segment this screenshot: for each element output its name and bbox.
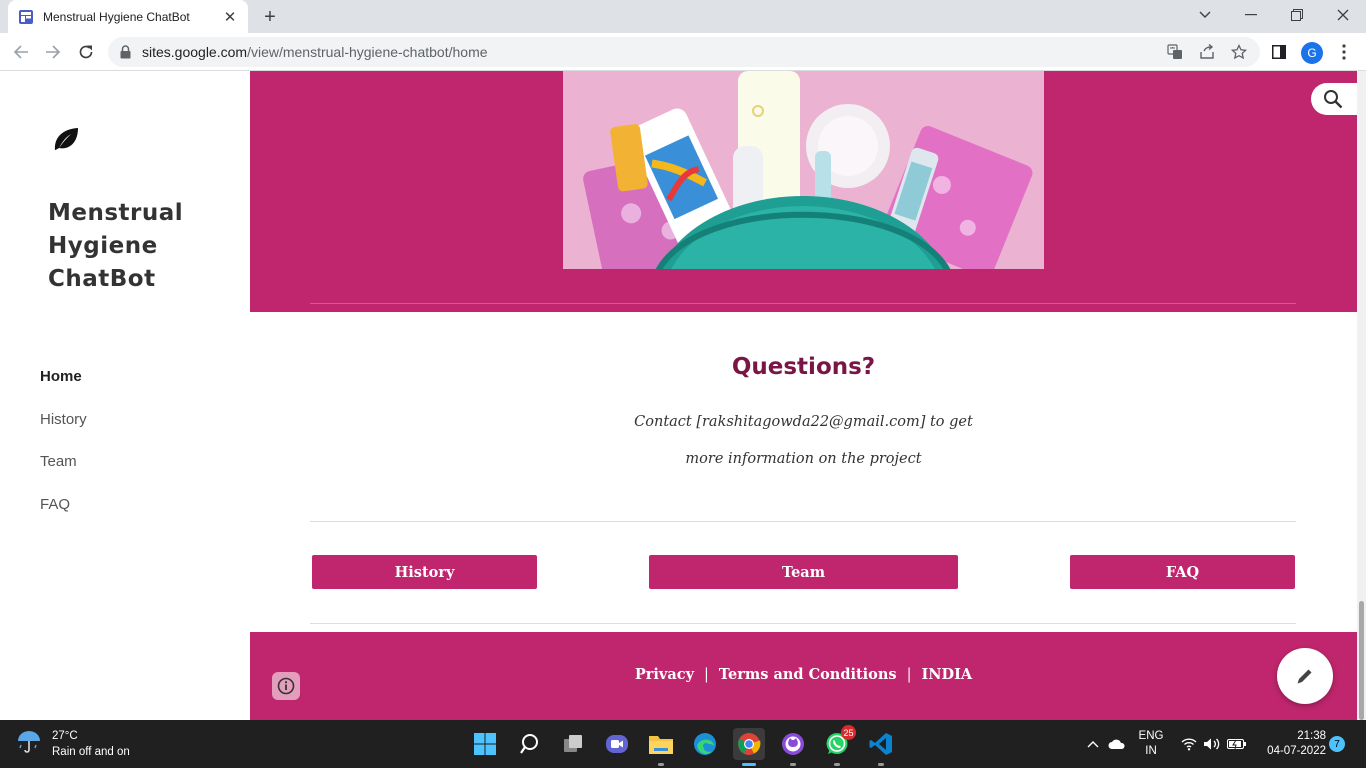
whatsapp-icon[interactable]: 25 xyxy=(821,725,856,766)
lock-icon[interactable] xyxy=(120,45,131,59)
faq-button[interactable]: FAQ xyxy=(1070,555,1295,589)
close-window-icon[interactable] xyxy=(1320,0,1366,30)
running-indicator xyxy=(658,763,664,766)
privacy-link[interactable]: Privacy xyxy=(635,666,694,683)
battery-icon[interactable] xyxy=(1226,728,1248,760)
questions-heading: Questions? xyxy=(731,354,876,380)
terms-link[interactable]: Terms and Conditions xyxy=(719,666,897,683)
browser-tab[interactable]: Menstrual Hygiene ChatBot ✕ xyxy=(8,0,248,33)
close-tab-icon[interactable]: ✕ xyxy=(222,9,238,26)
whatsapp-unread-badge: 25 xyxy=(841,725,856,740)
site-title[interactable]: Menstrual Hygiene ChatBot xyxy=(48,197,238,296)
nav-item-faq[interactable]: FAQ xyxy=(40,496,70,513)
side-panel-icon[interactable] xyxy=(1269,42,1289,62)
onedrive-cloud-icon[interactable] xyxy=(1106,728,1128,760)
wifi-icon[interactable] xyxy=(1179,728,1199,760)
teams-chat-icon[interactable] xyxy=(601,728,633,760)
nav-item-home[interactable]: Home xyxy=(40,368,82,385)
translate-icon[interactable] xyxy=(1166,43,1184,61)
nav-item-team[interactable]: Team xyxy=(40,453,77,470)
page-viewport: Menstrual Hygiene ChatBot Home History T… xyxy=(0,71,1366,720)
nav-item-history[interactable]: History xyxy=(40,411,87,428)
volume-icon[interactable] xyxy=(1202,728,1222,760)
address-bar[interactable]: sites.google.com/view/menstrual-hygiene-… xyxy=(108,37,1260,67)
browser-toolbar: sites.google.com/view/menstrual-hygiene-… xyxy=(0,33,1366,71)
new-tab-button[interactable]: + xyxy=(258,6,282,28)
country-link[interactable]: INDIA xyxy=(921,666,972,683)
github-desktop-icon[interactable] xyxy=(777,728,809,766)
site-footer: Privacy | Terms and Conditions | INDIA xyxy=(250,632,1357,720)
contact-text-line1: Contact [rakshitagowda22@gmail.com] to g… xyxy=(634,414,973,430)
file-explorer-icon[interactable] xyxy=(645,728,677,766)
weather-condition: Rain off and on xyxy=(52,746,130,758)
edit-page-button[interactable] xyxy=(1277,648,1333,704)
questions-section: Questions? Contact [rakshitagowda22@gmai… xyxy=(250,312,1357,632)
section-divider xyxy=(310,521,1296,522)
region-code: IN xyxy=(1145,745,1157,757)
contact-text-line2: more information on the project xyxy=(685,451,922,467)
restore-window-icon[interactable] xyxy=(1274,0,1320,30)
chevron-up-icon[interactable] xyxy=(1084,728,1102,760)
team-button[interactable]: Team xyxy=(649,555,958,589)
language-indicator[interactable]: ENG IN xyxy=(1136,729,1166,759)
edge-browser-icon[interactable] xyxy=(689,728,721,760)
tab-title: Menstrual Hygiene ChatBot xyxy=(43,9,190,24)
umbrella-rain-icon xyxy=(18,731,40,753)
task-view-icon[interactable] xyxy=(557,728,589,760)
bookmark-star-icon[interactable] xyxy=(1230,43,1248,61)
hero-section xyxy=(250,71,1357,312)
google-sites-favicon-icon xyxy=(19,9,33,24)
vscode-icon[interactable] xyxy=(865,728,897,766)
section-divider xyxy=(310,623,1296,624)
url-text: sites.google.com/view/menstrual-hygiene-… xyxy=(142,44,488,60)
chrome-browser-icon[interactable] xyxy=(733,728,765,766)
share-icon[interactable] xyxy=(1198,43,1216,61)
reload-icon[interactable] xyxy=(73,39,99,65)
profile-avatar[interactable]: G xyxy=(1301,42,1323,64)
tab-strip: Menstrual Hygiene ChatBot ✕ + xyxy=(0,0,1366,33)
scrollbar-thumb[interactable] xyxy=(1359,601,1364,720)
clock[interactable]: 21:38 04-07-2022 xyxy=(1256,729,1326,759)
forward-arrow-icon[interactable] xyxy=(40,39,66,65)
running-indicator xyxy=(878,763,884,766)
tab-search-chevron-icon[interactable] xyxy=(1182,0,1228,30)
minimize-window-icon[interactable] xyxy=(1228,0,1274,30)
hero-divider xyxy=(310,303,1296,304)
start-menu-icon[interactable] xyxy=(469,728,501,760)
back-arrow-icon[interactable] xyxy=(8,39,34,65)
language-code: ENG xyxy=(1138,730,1164,742)
footer-links: Privacy | Terms and Conditions | INDIA xyxy=(250,666,1357,683)
notification-count-badge[interactable]: 7 xyxy=(1329,736,1345,752)
pencil-icon xyxy=(1297,669,1312,684)
search-icon[interactable] xyxy=(514,728,546,760)
search-icon xyxy=(1324,90,1343,109)
weather-widget[interactable]: 27°C Rain off and on xyxy=(16,728,130,760)
running-indicator xyxy=(834,763,840,766)
page-scrollbar[interactable] xyxy=(1357,71,1366,720)
hygiene-products-image xyxy=(563,71,1044,269)
history-button[interactable]: History xyxy=(312,555,537,589)
clock-date: 04-07-2022 xyxy=(1267,745,1326,757)
leaf-logo-icon[interactable] xyxy=(52,125,80,153)
clock-time: 21:38 xyxy=(1297,730,1326,742)
site-sidebar: Menstrual Hygiene ChatBot Home History T… xyxy=(0,71,250,720)
footer-separator: | xyxy=(906,667,912,683)
footer-separator: | xyxy=(704,667,709,683)
chrome-menu-icon[interactable] xyxy=(1334,42,1354,62)
running-indicator xyxy=(742,763,756,766)
running-indicator xyxy=(790,763,796,766)
windows-taskbar: 27°C Rain off and on 25 ENG IN 21:38 04-… xyxy=(0,720,1366,768)
weather-temperature: 27°C xyxy=(52,730,78,742)
